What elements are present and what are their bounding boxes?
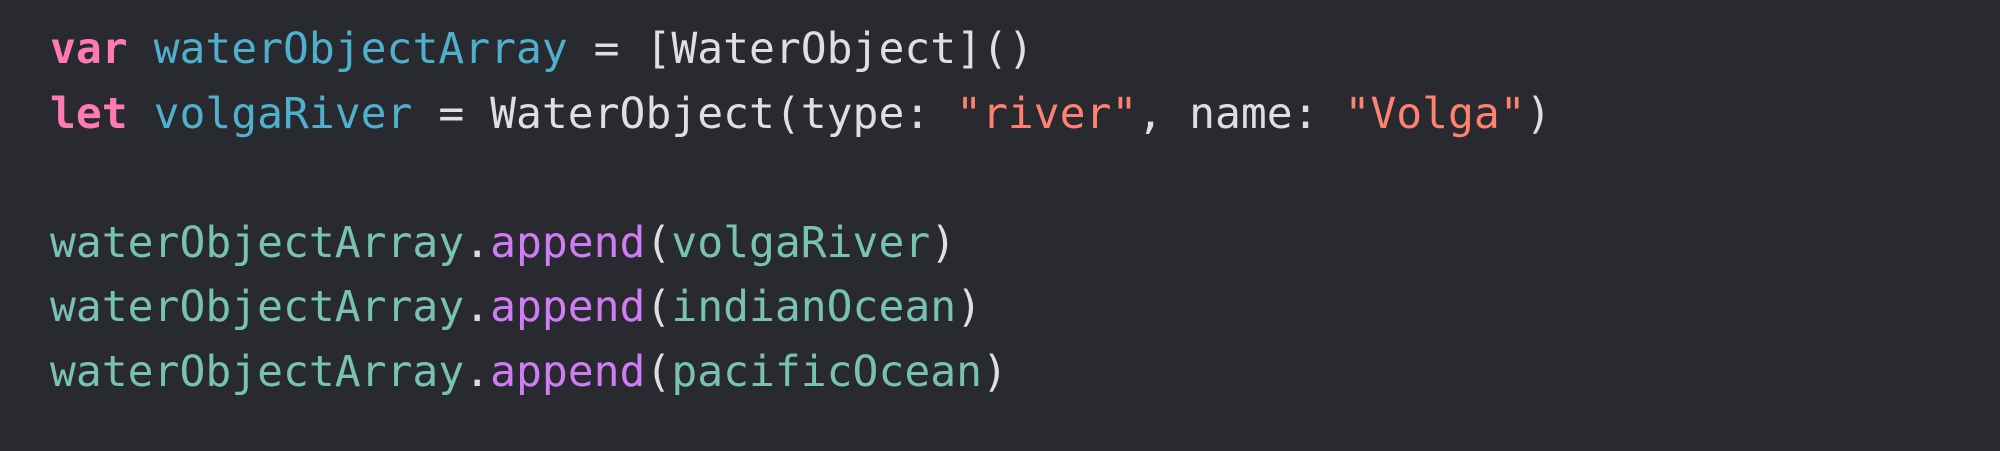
append-argument: indianOcean xyxy=(671,282,957,332)
array-reference: waterObjectArray xyxy=(50,346,465,397)
member-dot: . xyxy=(464,346,491,397)
append-method: append xyxy=(490,346,646,397)
append-method: append xyxy=(490,217,646,268)
let-keyword: let xyxy=(50,88,128,139)
close-paren: ) xyxy=(930,217,957,268)
array-reference: waterObjectArray xyxy=(50,282,465,332)
initializer-call-start: = WaterObject(type: xyxy=(412,88,957,139)
open-paren: ( xyxy=(645,346,672,397)
open-paren: ( xyxy=(645,282,672,332)
member-dot: . xyxy=(464,282,491,332)
name-argument-label: , name: xyxy=(1137,88,1345,139)
code-line-append-pacific: waterObjectArray.append(pacificOcean) xyxy=(50,340,2000,405)
code-line-append-indian: waterObjectArray.append(indianOcean) xyxy=(50,275,2000,340)
array-reference: waterObjectArray xyxy=(50,217,465,268)
type-string-literal: "river" xyxy=(956,88,1138,139)
member-dot: . xyxy=(464,217,491,268)
name-string-literal: "Volga" xyxy=(1344,88,1526,139)
close-paren: ) xyxy=(956,282,983,332)
code-line-2: let volgaRiver = WaterObject(type: "rive… xyxy=(50,82,2000,147)
array-declaration-name: waterObjectArray xyxy=(153,24,568,74)
append-argument: volgaRiver xyxy=(671,217,931,268)
river-declaration-name: volgaRiver xyxy=(153,88,413,139)
var-keyword: var xyxy=(50,24,128,74)
code-line-1: var waterObjectArray = [WaterObject]() xyxy=(50,17,2000,82)
code-line-append-volga: waterObjectArray.append(volgaRiver) xyxy=(50,211,2000,276)
initializer-call-end: ) xyxy=(1525,88,1552,139)
append-method: append xyxy=(490,282,646,332)
array-initializer: = [WaterObject]() xyxy=(567,24,1034,74)
append-argument: pacificOcean xyxy=(671,346,983,397)
code-editor[interactable]: var waterObjectArray = [WaterObject]() l… xyxy=(0,0,2000,451)
close-paren: ) xyxy=(982,346,1008,397)
open-paren: ( xyxy=(645,217,672,268)
